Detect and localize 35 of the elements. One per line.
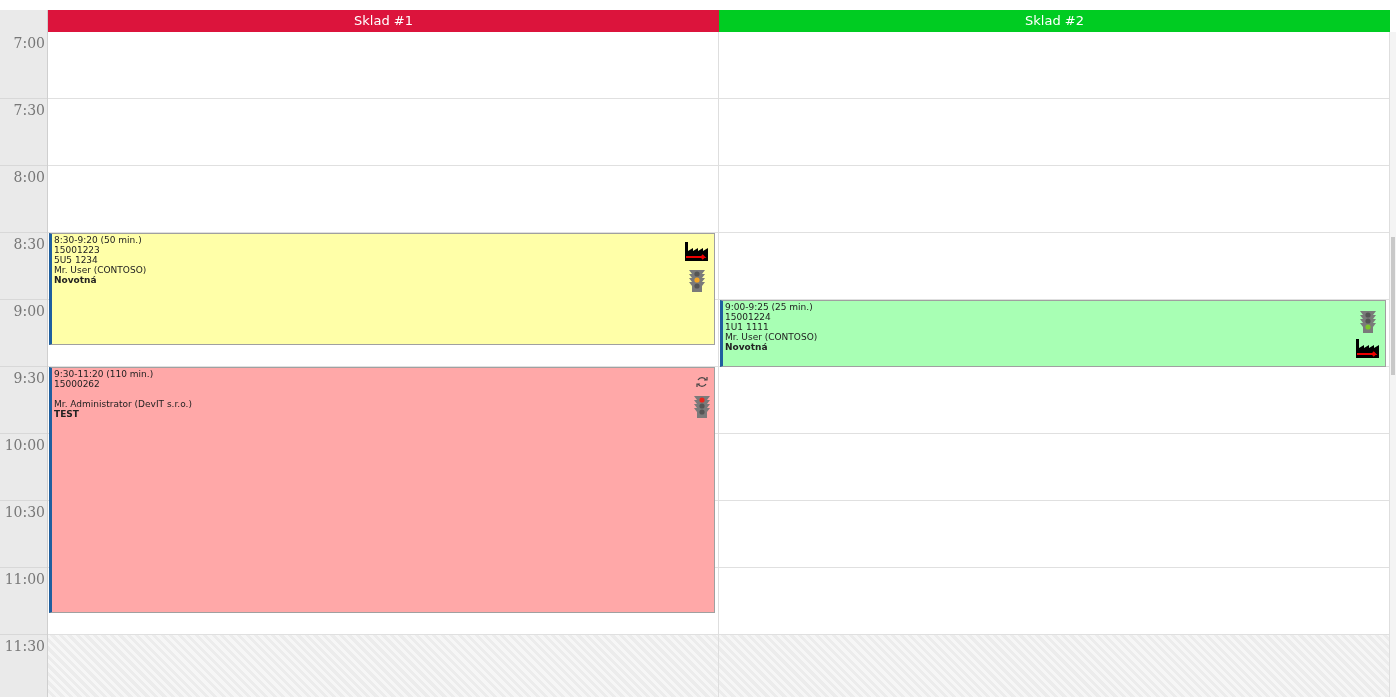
time-label: 9:00 xyxy=(13,302,45,321)
traffic-light-icon xyxy=(1360,308,1376,334)
driver-name: Mr. Administrator (DevIT s.r.o.) xyxy=(54,399,192,409)
contact-name: Novotná xyxy=(725,342,769,352)
appointment-time: 8:30-9:20 (50 min.) xyxy=(54,235,143,245)
time-label: 7:30 xyxy=(13,101,45,120)
factory-arrow-icon xyxy=(684,241,710,263)
order-number: 15001224 xyxy=(725,312,772,322)
appointment-time: 9:00-9:25 (25 min.) xyxy=(725,302,814,312)
time-label: 8:00 xyxy=(13,168,45,187)
column-header: Sklad #1 xyxy=(48,10,719,32)
contact-name: Novotná xyxy=(54,275,98,285)
appointment-card[interactable]: 9:00-9:25 (25 min.) 15001224 1U1 1111 Mr. User (CONTOSO) Novotná xyxy=(720,300,1386,367)
time-label: 10:30 xyxy=(4,503,45,522)
license-plate: 5U5 1234 xyxy=(54,255,99,265)
column-header: Sklad #2 xyxy=(719,10,1390,32)
sync-icon xyxy=(695,375,709,389)
license-plate: 1U1 1111 xyxy=(725,322,770,332)
time-label: 8:30 xyxy=(13,235,45,254)
time-label: 9:30 xyxy=(13,369,45,388)
appointment-card[interactable]: 9:30-11:20 (110 min.) 15000262 Mr. Administrator (DevIT s.r.o.) TEST xyxy=(49,367,715,613)
appointment-time: 9:30-11:20 (110 min.) xyxy=(54,369,155,379)
driver-name: Mr. User (CONTOSO) xyxy=(725,332,818,342)
factory-arrow-icon xyxy=(1355,338,1381,360)
traffic-light-icon xyxy=(694,393,710,419)
traffic-light-icon xyxy=(689,267,705,293)
order-number: 15001223 xyxy=(54,245,101,255)
time-label: 10:00 xyxy=(4,436,45,455)
time-label: 7:00 xyxy=(13,34,45,53)
appointment-card[interactable]: 8:30-9:20 (50 min.) 15001223 5U5 1234 Mr. User (CONTOSO) Novotná xyxy=(49,233,715,345)
order-number: 15000262 xyxy=(54,379,101,389)
contact-name: TEST xyxy=(54,409,80,419)
time-label: 11:30 xyxy=(4,637,45,656)
time-label: 11:00 xyxy=(4,570,45,589)
driver-name: Mr. User (CONTOSO) xyxy=(54,265,147,275)
